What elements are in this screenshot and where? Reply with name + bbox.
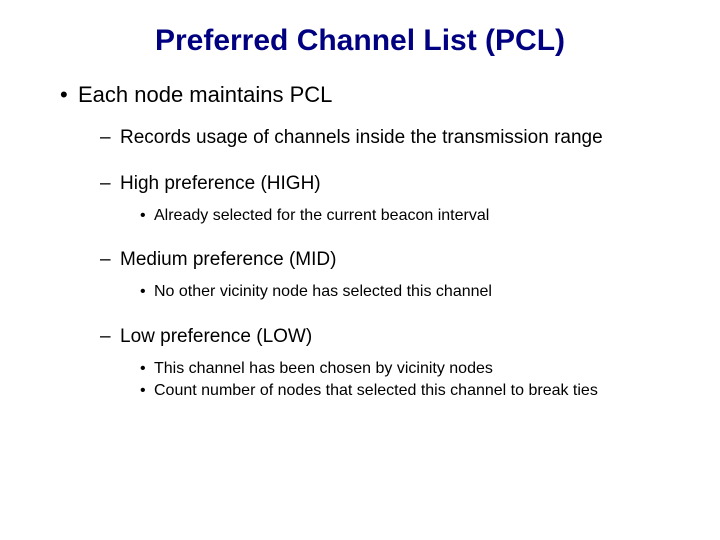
dash-icon: – bbox=[100, 172, 120, 196]
list-item: • Each node maintains PCL bbox=[60, 82, 680, 108]
list-text: High preference (HIGH) bbox=[120, 172, 321, 196]
bullet-icon: • bbox=[140, 206, 154, 227]
list-item: – Records usage of channels inside the t… bbox=[100, 126, 680, 150]
list-text: Records usage of channels inside the tra… bbox=[120, 126, 603, 150]
list-text: Each node maintains PCL bbox=[78, 82, 332, 108]
list-text: Medium preference (MID) bbox=[120, 248, 336, 272]
bullet-level3: • No other vicinity node has selected th… bbox=[140, 282, 680, 303]
bullet-level2: – High preference (HIGH) bbox=[100, 172, 680, 196]
slide-title: Preferred Channel List (PCL) bbox=[40, 24, 680, 58]
low-preference-block: – Low preference (LOW) • This channel ha… bbox=[40, 325, 680, 402]
list-text: This channel has been chosen by vicinity… bbox=[154, 359, 493, 380]
list-text: Count number of nodes that selected this… bbox=[154, 381, 598, 402]
high-preference-block: – High preference (HIGH) • Already selec… bbox=[40, 172, 680, 227]
bullet-level3: • Already selected for the current beaco… bbox=[140, 206, 680, 227]
bullet-icon: • bbox=[140, 381, 154, 402]
dash-icon: – bbox=[100, 126, 120, 150]
list-text: Already selected for the current beacon … bbox=[154, 206, 489, 227]
mid-preference-block: – Medium preference (MID) • No other vic… bbox=[40, 248, 680, 303]
bullet-level2: – Low preference (LOW) bbox=[100, 325, 680, 349]
bullet-icon: • bbox=[140, 282, 154, 303]
list-item: • This channel has been chosen by vicini… bbox=[140, 359, 680, 380]
list-item: – Low preference (LOW) bbox=[100, 325, 680, 349]
list-item: • Count number of nodes that selected th… bbox=[140, 381, 680, 402]
dash-icon: – bbox=[100, 325, 120, 349]
list-text: Low preference (LOW) bbox=[120, 325, 312, 349]
bullet-icon: • bbox=[140, 359, 154, 380]
list-item: • Already selected for the current beaco… bbox=[140, 206, 680, 227]
list-item: • No other vicinity node has selected th… bbox=[140, 282, 680, 303]
bullet-icon: • bbox=[60, 82, 78, 108]
list-item: – High preference (HIGH) bbox=[100, 172, 680, 196]
bullet-level2: – Medium preference (MID) bbox=[100, 248, 680, 272]
list-text: No other vicinity node has selected this… bbox=[154, 282, 492, 303]
bullet-level3: • This channel has been chosen by vicini… bbox=[140, 359, 680, 403]
bullet-level2: – Records usage of channels inside the t… bbox=[100, 126, 680, 150]
bullet-level1: • Each node maintains PCL bbox=[60, 82, 680, 108]
dash-icon: – bbox=[100, 248, 120, 272]
list-item: – Medium preference (MID) bbox=[100, 248, 680, 272]
